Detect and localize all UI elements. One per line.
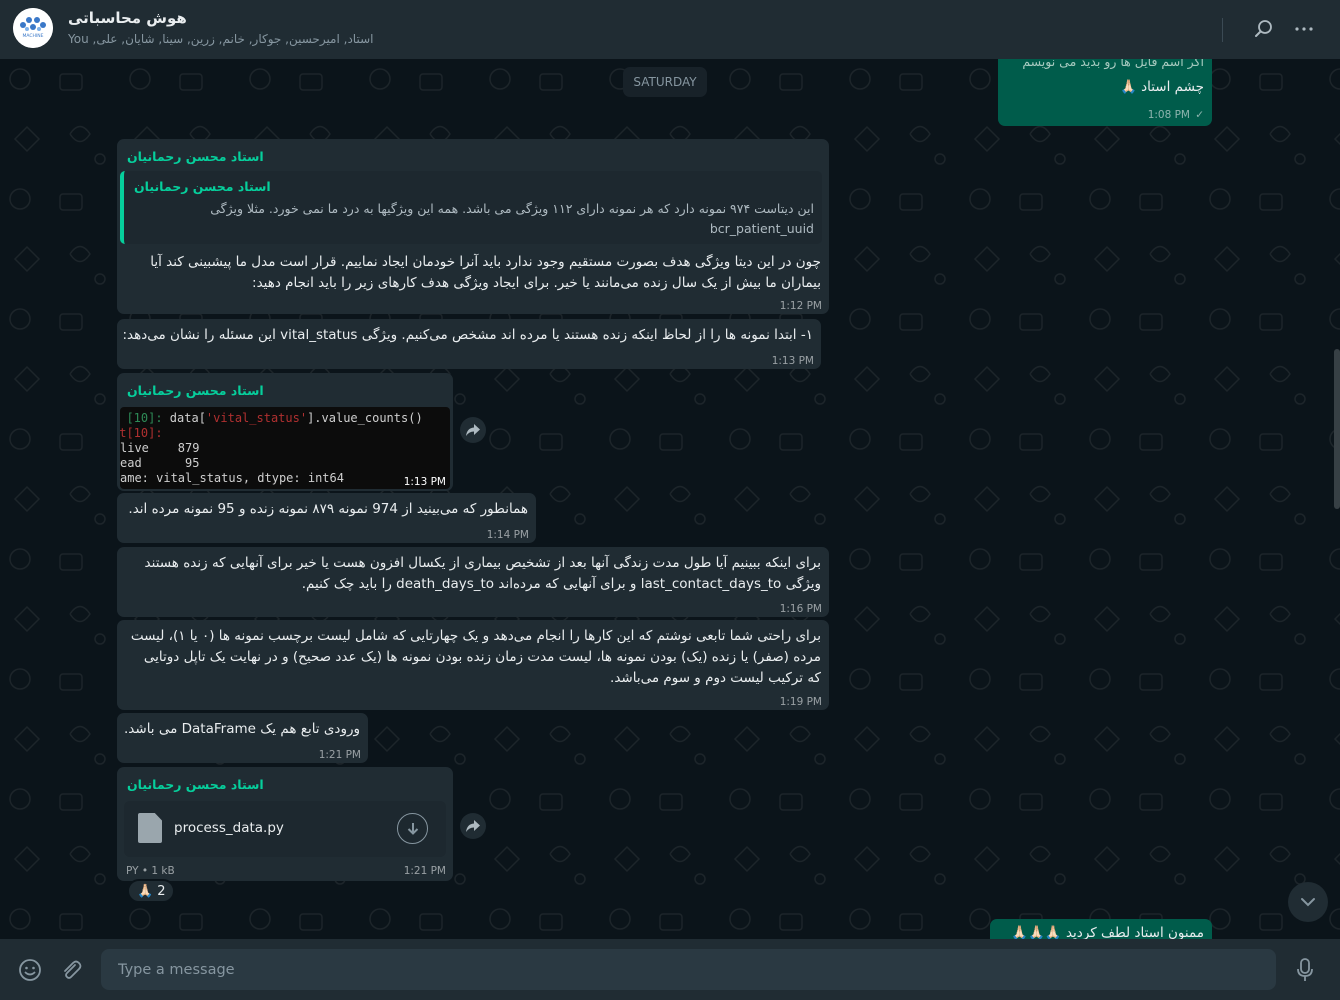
incoming-message[interactable]: ۱- ابتدا نمونه ها را از لحاظ اینکه زنده … (117, 319, 821, 369)
code-output-line: ame: vital_status, dtype: int64 (120, 471, 344, 485)
forward-icon[interactable] (460, 417, 486, 443)
message-text: ممنون استاد لطف کردید 🙏🏻🙏🏻🙏🏻 (1011, 925, 1204, 939)
file-meta: PY • 1 kB (126, 865, 175, 877)
message-time: 1:08 PM (1147, 109, 1190, 121)
quoted-text-cut: اگر اسم فایل ها رو بدید می نویسم (1022, 59, 1204, 69)
message-time: 1:16 PM (779, 603, 822, 615)
message-text: ۱- ابتدا نمونه ها را از لحاظ اینکه زنده … (122, 327, 813, 343)
group-name: هوش محاسباتی (68, 9, 187, 27)
message-time: 1:19 PM (779, 696, 822, 708)
incoming-file-message[interactable]: استاد محسن رحمانیان process_data.py PY •… (117, 767, 453, 881)
emoji-icon[interactable] (17, 957, 43, 983)
group-logo-icon: MACHINE (13, 8, 53, 48)
message-text: برای اینکه ببینیم آیا طول مدت زندگی آنها… (144, 555, 821, 592)
menu-icon[interactable] (1291, 16, 1317, 42)
group-avatar[interactable]: MACHINE (13, 8, 53, 48)
svg-text:MACHINE: MACHINE (23, 33, 44, 39)
incoming-message[interactable]: ورودی تابع هم یک DataFrame می باشد. 1:21… (117, 713, 368, 763)
code-output-label: ut[10]: (120, 426, 163, 440)
document-icon (138, 813, 162, 843)
sent-check-icon: ✓ (1195, 109, 1204, 121)
message-text: چشم استاد 🙏🏻 (1119, 79, 1204, 95)
composer-bar (0, 939, 1340, 1000)
chat-header[interactable]: MACHINE هوش محاسباتی You ,استاد, امیرحسی… (0, 0, 1340, 59)
scroll-down-button[interactable] (1288, 882, 1328, 922)
header-divider (1222, 18, 1223, 42)
quote-sender-name: استاد محسن رحمانیان (134, 179, 271, 194)
code-screenshot-image[interactable]: n [10]: data['vital_status'].value_count… (120, 407, 450, 489)
date-chip: SATURDAY (623, 67, 707, 97)
code-text: data[ (169, 411, 206, 425)
message-text: برای راحتی شما تابعی نوشتم که این کارها … (130, 628, 821, 686)
code-string: 'vital_status' (205, 411, 308, 425)
message-time: 1:13 PM (771, 355, 814, 367)
whatsapp-window: MACHINE هوش محاسباتی You ,استاد, امیرحسی… (0, 0, 1340, 1000)
attach-icon[interactable] (58, 957, 84, 983)
download-icon[interactable] (397, 813, 428, 844)
chat-area[interactable]: اگر اسم فایل ها رو بدید می نویسم چشم است… (0, 59, 1340, 939)
file-attachment[interactable]: process_data.py (124, 801, 446, 857)
code-output-line: live 879 (120, 441, 200, 455)
message-text: ورودی تابع هم یک DataFrame می باشد. (124, 721, 360, 737)
incoming-message[interactable]: برای راحتی شما تابعی نوشتم که این کارها … (117, 620, 829, 710)
incoming-message[interactable]: استاد محسن رحمانیان استاد محسن رحمانیان … (117, 139, 829, 314)
message-time: 1:21 PM (403, 865, 446, 877)
sender-name: استاد محسن رحمانیان (127, 149, 264, 164)
incoming-image-message[interactable]: استاد محسن رحمانیان n [10]: data['vital_… (117, 373, 453, 491)
incoming-message[interactable]: برای اینکه ببینیم آیا طول مدت زندگی آنها… (117, 547, 829, 617)
message-reaction[interactable]: 🙏🏻 2 (127, 879, 176, 903)
chevron-down-icon (1301, 898, 1315, 907)
message-time: 1:12 PM (779, 300, 822, 312)
forward-icon[interactable] (460, 813, 486, 839)
code-prompt: n [10]: (126, 411, 163, 425)
message-time: 1:21 PM (318, 749, 361, 761)
file-name: process_data.py (174, 820, 284, 836)
message-input[interactable] (101, 949, 1276, 990)
reaction-emoji: 🙏🏻 (137, 883, 154, 899)
microphone-icon[interactable] (1292, 957, 1318, 983)
message-time: 1:13 PM (403, 476, 446, 488)
sender-name: استاد محسن رحمانیان (127, 777, 264, 792)
code-output-line: ead 95 (120, 456, 200, 470)
incoming-message[interactable]: همانطور که می‌بینید از 974 نمونه ۸۷۹ نمو… (117, 493, 536, 543)
chat-title-area[interactable]: هوش محاسباتی You ,استاد, امیرحسین, جوکار… (68, 9, 373, 46)
message-text: چون در این دیتا ویژگی هدف بصورت مستقیم و… (150, 254, 821, 291)
group-members: You ,استاد, امیرحسین, جوکار, خانم, زرین,… (68, 32, 374, 46)
chat-scrollbar[interactable] (1334, 349, 1340, 509)
sender-name: استاد محسن رحمانیان (127, 383, 264, 398)
quoted-message[interactable]: استاد محسن رحمانیان این دیتاست ۹۷۴ نمونه… (120, 171, 822, 244)
reaction-count: 2 (157, 883, 166, 899)
message-time: 1:14 PM (486, 529, 529, 541)
code-text: ].value_counts() (307, 411, 423, 425)
outgoing-message[interactable]: ممنون استاد لطف کردید 🙏🏻🙏🏻🙏🏻 (990, 919, 1212, 939)
message-text: همانطور که می‌بینید از 974 نمونه ۸۷۹ نمو… (128, 501, 528, 517)
search-icon[interactable] (1251, 16, 1277, 42)
quote-text: این دیتاست ۹۷۴ نمونه دارد که هر نمونه دا… (210, 201, 814, 236)
outgoing-message[interactable]: اگر اسم فایل ها رو بدید می نویسم چشم است… (998, 59, 1212, 126)
